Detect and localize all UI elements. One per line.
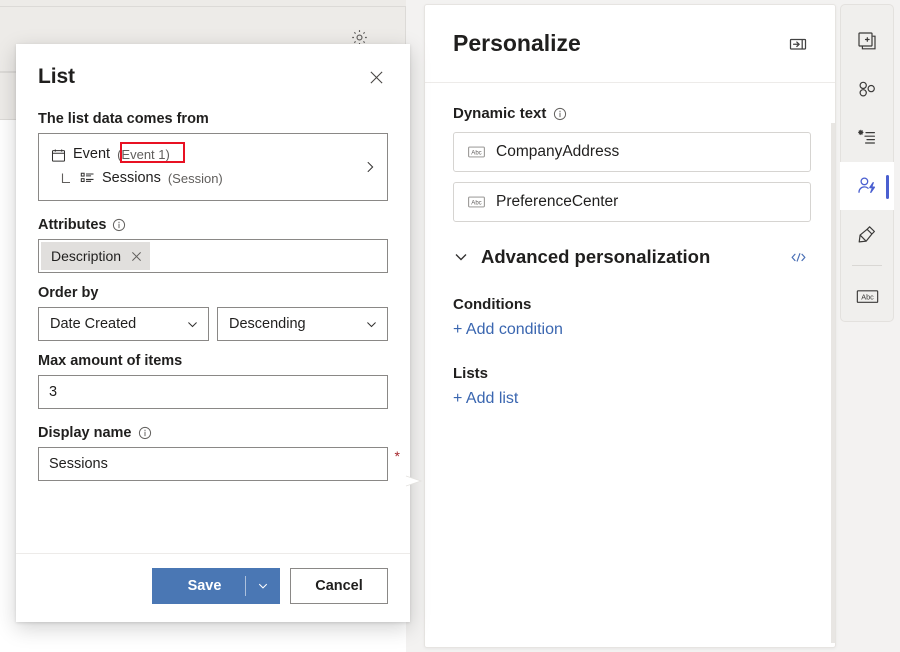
tree-elbow-icon [61,173,73,185]
svg-text:Abc: Abc [471,200,481,206]
panel-body: Dynamic text Abc CompanyAddress [425,83,835,408]
svg-text:Abc: Abc [471,150,481,156]
source-label: The list data comes from [38,111,388,127]
panel-scrollbar[interactable] [831,123,835,643]
order-by-direction-select[interactable]: Descending [217,307,388,341]
right-toolbar: Abc [840,4,894,322]
info-icon[interactable] [112,218,126,232]
dynamic-text-item-preference-center[interactable]: Abc PreferenceCenter [453,182,811,222]
add-element-icon[interactable] [841,17,893,65]
add-condition-link[interactable]: + Add condition [453,321,563,339]
panel-header: Personalize [425,5,835,83]
display-name-wrapper: * [38,447,388,481]
source-parent-entity: (Event 1) [117,145,170,165]
source-child-row: Sessions (Session) [51,168,363,190]
dialog-body: The list data comes from Event (Event 1) [16,91,410,553]
info-icon[interactable] [138,426,152,440]
brush-icon[interactable] [841,210,893,258]
conditions-label: Conditions [453,296,811,313]
attributes-field[interactable]: Description [38,239,388,273]
order-by-field-value: Date Created [50,316,136,332]
display-name-label: Display name [38,425,388,441]
order-by-direction-value: Descending [229,316,306,332]
page-title: List [38,66,75,87]
list-dialog: List The list data comes from [16,44,410,622]
advanced-personalization-title: Advanced personalization [481,246,710,268]
source-tree: Event (Event 1) [51,144,363,190]
abc-text-icon: Abc [468,145,485,159]
order-by-label-text: Order by [38,285,98,301]
max-items-input[interactable] [38,375,388,409]
chevron-down-icon [365,318,378,331]
data-source-picker[interactable]: Event (Event 1) [38,133,388,201]
collapse-panel-icon[interactable] [783,29,813,59]
svg-text:Abc: Abc [861,293,874,302]
ai-list-icon[interactable] [841,113,893,161]
list-icon [80,171,95,186]
required-marker: * [395,449,400,463]
advanced-personalization-header: Advanced personalization [453,244,811,270]
dynamic-text-item-company-address[interactable]: Abc CompanyAddress [453,132,811,172]
abc-text-icon[interactable]: Abc [841,273,893,321]
chevron-down-icon[interactable] [246,580,280,592]
abc-text-icon: Abc [468,195,485,209]
max-items-label: Max amount of items [38,353,388,369]
order-by-label: Order by [38,285,388,301]
chevron-down-icon [453,249,469,265]
components-icon[interactable] [841,65,893,113]
display-name-label-text: Display name [38,425,132,441]
chevron-right-icon[interactable] [363,160,377,174]
max-items-label-text: Max amount of items [38,353,182,369]
source-parent-name: Event [73,144,110,166]
advanced-personalization-toggle[interactable]: Advanced personalization [453,246,710,268]
source-parent-row: Event (Event 1) [51,144,363,166]
dynamic-text-item-label: CompanyAddress [496,143,619,161]
dynamic-text-label-text: Dynamic text [453,105,546,122]
order-by-field-select[interactable]: Date Created [38,307,209,341]
close-icon[interactable] [131,251,142,262]
add-list-link[interactable]: + Add list [453,390,518,408]
attributes-label: Attributes [38,217,388,233]
source-child-name: Sessions [102,168,161,190]
dynamic-text-label: Dynamic text [453,105,811,122]
dialog-callout-beak [405,452,423,510]
save-button[interactable]: Save [152,568,280,604]
dialog-footer: Save Cancel [16,553,410,622]
dialog-header: List [16,44,410,91]
calendar-icon [51,148,66,163]
display-name-input[interactable] [38,447,388,481]
toolbar-divider [852,265,882,266]
chevron-down-icon [186,318,199,331]
dynamic-text-item-label: PreferenceCenter [496,193,618,211]
attributes-label-text: Attributes [38,217,106,233]
personalize-icon[interactable] [840,162,894,210]
panel-title: Personalize [453,30,581,57]
save-button-label: Save [152,578,245,594]
lists-label: Lists [453,365,811,382]
info-icon[interactable] [553,107,567,121]
close-icon[interactable] [362,63,390,91]
attribute-chip-label: Description [51,248,121,264]
personalize-panel: Personalize Dynamic text Abc [424,4,836,648]
cancel-button[interactable]: Cancel [290,568,388,604]
attribute-chip[interactable]: Description [41,242,150,270]
source-label-text: The list data comes from [38,111,209,127]
code-icon[interactable] [785,244,811,270]
order-by-row: Date Created Descending [38,307,388,341]
source-child-entity: (Session) [168,169,223,189]
